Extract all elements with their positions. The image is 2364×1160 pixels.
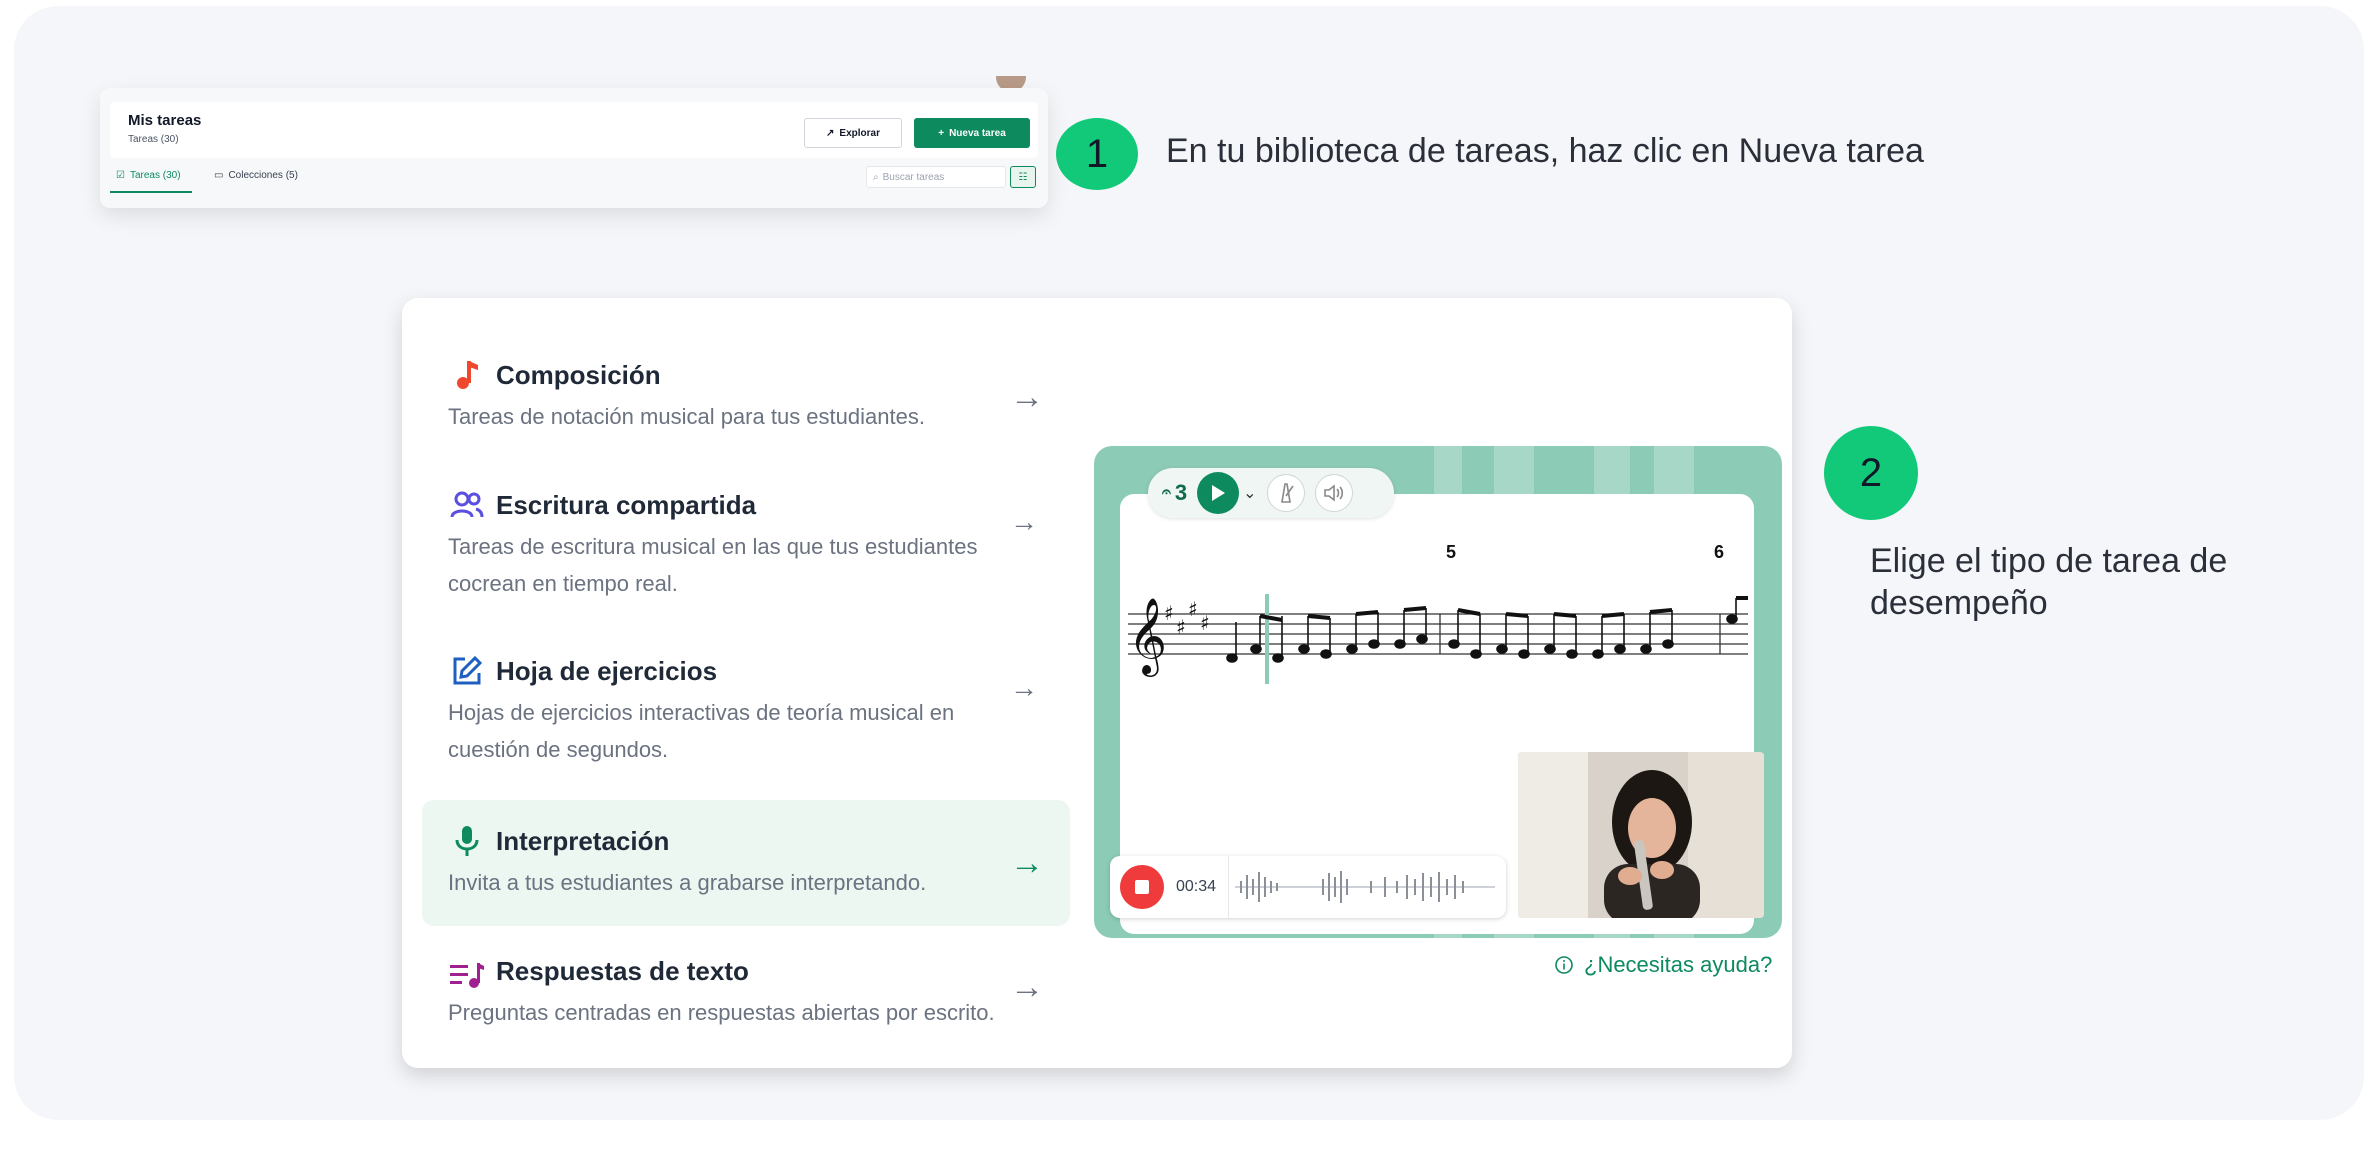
help-link[interactable]: ¿Necesitas ayuda?	[1554, 952, 1772, 978]
option-composition[interactable]: Composición Tareas de notación musical p…	[422, 346, 1070, 454]
waveform	[1235, 871, 1496, 903]
option-text-responses[interactable]: Respuestas de texto Preguntas centradas …	[422, 948, 1070, 1060]
library-tabs: ☑ Tareas (30) ▭ Colecciones (5) ⌕ Buscar…	[110, 164, 1038, 196]
tab-tasks[interactable]: ☑ Tareas (30)	[116, 170, 181, 181]
play-button[interactable]	[1197, 472, 1240, 514]
arrow-right-icon: →	[1010, 506, 1038, 537]
option-worksheet[interactable]: Hoja de ejercicios Hojas de ejercicios i…	[422, 642, 1070, 768]
measure-number: 6	[1714, 542, 1725, 562]
chevron-down-icon[interactable]: ⌄	[1243, 483, 1256, 503]
edit-icon	[450, 654, 484, 688]
microphone-icon	[450, 824, 484, 858]
option-performance[interactable]: Interpretación Invita a tus estudiantes …	[422, 800, 1070, 926]
music-staff: 𝄞 ♯ ♯ ♯ ♯	[1128, 594, 1748, 684]
arrow-right-icon: →	[1010, 844, 1044, 882]
active-tab-indicator	[110, 191, 192, 193]
task-count: Tareas (30)	[128, 134, 179, 145]
student-video	[1518, 752, 1764, 918]
music-note-icon	[450, 358, 484, 392]
grid-view-button[interactable]: ☷	[1010, 166, 1036, 188]
new-task-button[interactable]: + Nueva tarea	[914, 118, 1030, 148]
svg-text:𝄞: 𝄞	[1128, 597, 1167, 677]
stop-icon	[1135, 880, 1149, 894]
grid-icon: ☷	[1018, 171, 1028, 183]
stop-record-button[interactable]	[1120, 865, 1164, 909]
arrow-right-icon: →	[1010, 378, 1044, 416]
svg-text:♯: ♯	[1164, 601, 1174, 625]
info-icon	[1555, 956, 1573, 974]
arrow-right-icon: →	[1010, 672, 1038, 703]
search-input[interactable]: ⌕ Buscar tareas	[866, 166, 1006, 188]
step-2-badge: 2	[1824, 426, 1918, 520]
ear-icon: 𝄐	[1162, 484, 1171, 501]
svg-text:♯: ♯	[1176, 615, 1186, 639]
speaker-icon	[1323, 484, 1343, 502]
performance-preview: 5 6 𝄞 ♯ ♯ ♯ ♯ 𝄐 3 ⌄ 00:34	[1094, 446, 1782, 938]
measure-number: 5	[1446, 542, 1457, 562]
volume-button[interactable]	[1314, 474, 1353, 512]
page-title: Mis tareas	[128, 112, 202, 129]
folder-icon: ▭	[214, 170, 224, 181]
svg-text:♯: ♯	[1188, 597, 1198, 621]
task-library-header: Mis tareas Tareas (30) ↗ Explorar + Nuev…	[110, 102, 1038, 158]
tab-collections[interactable]: ▭ Colecciones (5)	[214, 170, 298, 181]
metronome-icon	[1280, 483, 1294, 503]
option-shared-writing[interactable]: Escritura compartida Tareas de escritura…	[422, 476, 1070, 602]
recording-bar: 00:34	[1110, 856, 1506, 918]
svg-text:♯: ♯	[1200, 611, 1210, 635]
task-type-dialog: Composición Tareas de notación musical p…	[402, 298, 1792, 1068]
explore-button[interactable]: ↗ Explorar	[804, 118, 902, 148]
checkbox-icon: ☑	[116, 170, 125, 181]
countdown[interactable]: 𝄐 3	[1162, 480, 1187, 506]
search-icon: ⌕	[873, 171, 879, 183]
step-1-instruction: En tu biblioteca de tareas, haz clic en …	[1166, 132, 1924, 170]
step-1-badge: 1	[1056, 118, 1138, 190]
users-icon	[450, 488, 484, 522]
recording-timer: 00:34	[1176, 878, 1217, 895]
task-library-panel: Mis tareas Tareas (30) ↗ Explorar + Nuev…	[100, 88, 1048, 208]
plus-icon: +	[938, 127, 945, 139]
arrow-right-icon: →	[1010, 968, 1044, 1006]
text-music-icon	[450, 958, 484, 992]
metronome-button[interactable]	[1266, 474, 1305, 512]
student-playing-flute-image	[1518, 752, 1764, 918]
play-icon	[1212, 485, 1226, 501]
step-2-instruction: Elige el tipo de tarea de desempeño	[1870, 542, 2228, 622]
arrow-up-right-icon: ↗	[826, 127, 835, 139]
playback-toolbar: 𝄐 3 ⌄	[1148, 468, 1394, 518]
